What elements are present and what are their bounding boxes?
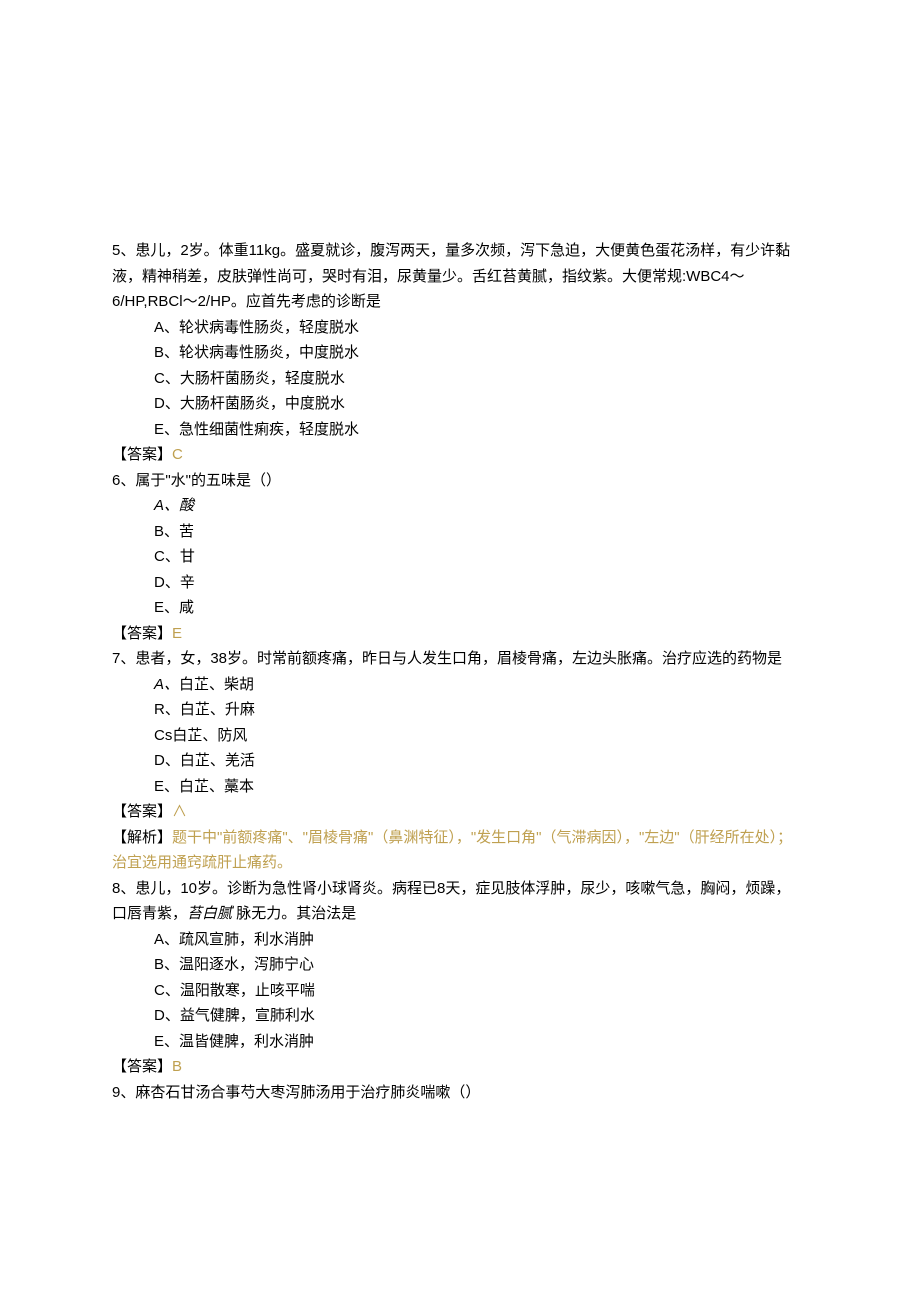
- question-7-options: A、白芷、柴胡 R、白芷、升麻 Cs白芷、防风 D、白芷、羌活 E、白芷、藁本: [112, 672, 800, 800]
- question-7: 7、患者，女，38岁。时常前额疼痛，昨日与人发生口角，眉棱骨痛，左边头胀痛。治疗…: [112, 646, 800, 876]
- answer-label: 【答案】: [112, 1058, 172, 1075]
- answer-value: C: [172, 446, 183, 463]
- question-5-option-a: A、轮状病毒性肠炎，轻度脱水: [154, 315, 800, 341]
- option-a-rest: 白芷、柴胡: [179, 676, 254, 693]
- question-8-option-d: D、益气健脾，宣肺利水: [154, 1003, 800, 1029]
- question-7-option-cs: Cs白芷、防风: [154, 723, 800, 749]
- question-6-option-c: C、甘: [154, 544, 800, 570]
- question-5-options: A、轮状病毒性肠炎，轻度脱水 B、轮状病毒性肠炎，中度脱水 C、大肠杆菌肠炎，轻…: [112, 315, 800, 443]
- answer-label: 【答案】: [112, 803, 172, 820]
- question-7-stem: 7、患者，女，38岁。时常前额疼痛，昨日与人发生口角，眉棱骨痛，左边头胀痛。治疗…: [112, 646, 800, 672]
- answer-label: 【答案】: [112, 446, 172, 463]
- question-6-option-d: D、辛: [154, 570, 800, 596]
- question-5-option-b: B、轮状病毒性肠炎，中度脱水: [154, 340, 800, 366]
- explain-value: 题干中"前额疼痛"、"眉棱骨痛"（鼻渊特征），"发生口角"（气滞病因），"左边"…: [112, 829, 792, 872]
- question-8-option-e: E、温皆健脾，利水消肿: [154, 1029, 800, 1055]
- question-8-option-c: C、温阳散寒，止咳平喘: [154, 978, 800, 1004]
- question-8-stem-italic: 苔白腻: [187, 905, 232, 922]
- question-5-option-d: D、大肠杆菌肠炎，中度脱水: [154, 391, 800, 417]
- question-5-stem: 5、患儿，2岁。体重11kg。盛夏就诊，腹泻两天，量多次频，泻下急迫，大便黄色蛋…: [112, 238, 800, 315]
- question-6-option-b: B、苦: [154, 519, 800, 545]
- question-8-stem-post: 脉无力。其治法是: [232, 905, 356, 922]
- question-6-stem: 6、属于"水"的五味是（）: [112, 468, 800, 494]
- question-5-option-c: C、大肠杆菌肠炎，轻度脱水: [154, 366, 800, 392]
- question-5: 5、患儿，2岁。体重11kg。盛夏就诊，腹泻两天，量多次频，泻下急迫，大便黄色蛋…: [112, 238, 800, 468]
- question-5-answer: 【答案】C: [112, 442, 800, 468]
- question-9-stem: 9、麻杏石甘汤合事芍大枣泻肺汤用于治疗肺炎喘嗽（）: [112, 1080, 800, 1106]
- question-9: 9、麻杏石甘汤合事芍大枣泻肺汤用于治疗肺炎喘嗽（）: [112, 1080, 800, 1106]
- question-7-answer: 【答案】∧: [112, 799, 800, 825]
- question-6-answer: 【答案】E: [112, 621, 800, 647]
- answer-value: B: [172, 1058, 182, 1075]
- answer-value: ∧: [172, 803, 187, 820]
- question-6-option-a: A、酸: [154, 493, 800, 519]
- question-8: 8、患儿，10岁。诊断为急性肾小球肾炎。病程已8天，症见肢体浮肿，尿少，咳嗽气急…: [112, 876, 800, 1080]
- answer-value: E: [172, 625, 182, 642]
- question-7-explain: 【解析】题干中"前额疼痛"、"眉棱骨痛"（鼻渊特征），"发生口角"（气滞病因），…: [112, 825, 800, 876]
- question-6-options: A、酸 B、苦 C、甘 D、辛 E、咸: [112, 493, 800, 621]
- question-6: 6、属于"水"的五味是（） A、酸 B、苦 C、甘 D、辛 E、咸 【答案】E: [112, 468, 800, 647]
- question-8-option-a: A、疏风宣肺，利水消肿: [154, 927, 800, 953]
- question-8-answer: 【答案】B: [112, 1054, 800, 1080]
- question-7-option-d: D、白芷、羌活: [154, 748, 800, 774]
- explain-label: 【解析】: [112, 829, 172, 846]
- question-7-option-a: A、白芷、柴胡: [154, 672, 800, 698]
- document-page: 5、患儿，2岁。体重11kg。盛夏就诊，腹泻两天，量多次频，泻下急迫，大便黄色蛋…: [0, 0, 920, 1205]
- question-8-options: A、疏风宣肺，利水消肿 B、温阳逐水，泻肺宁心 C、温阳散寒，止咳平喘 D、益气…: [112, 927, 800, 1055]
- question-8-option-b: B、温阳逐水，泻肺宁心: [154, 952, 800, 978]
- option-a-prefix: A、: [154, 676, 179, 693]
- question-7-option-r: R、白芷、升麻: [154, 697, 800, 723]
- question-5-option-e: E、急性细菌性痢疾，轻度脱水: [154, 417, 800, 443]
- answer-label: 【答案】: [112, 625, 172, 642]
- question-8-stem: 8、患儿，10岁。诊断为急性肾小球肾炎。病程已8天，症见肢体浮肿，尿少，咳嗽气急…: [112, 876, 800, 927]
- question-7-option-e: E、白芷、藁本: [154, 774, 800, 800]
- question-6-option-e: E、咸: [154, 595, 800, 621]
